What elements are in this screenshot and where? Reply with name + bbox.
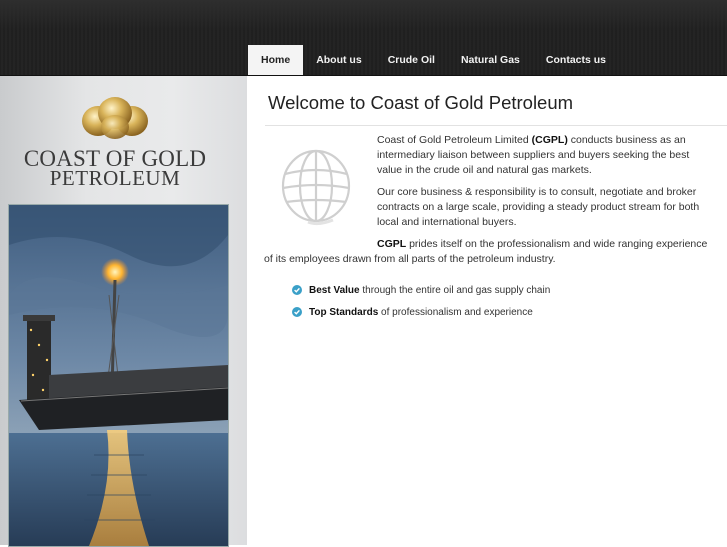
nav-crude-oil[interactable]: Crude Oil: [375, 45, 448, 75]
professionalism-paragraph: CGPL prides itself on the professionalis…: [264, 238, 708, 265]
nav-about-us[interactable]: About us: [303, 45, 375, 75]
logo-text-line2: PETROLEUM: [49, 166, 181, 190]
title-divider: [265, 125, 727, 126]
feature-list: Best Value through the entire oil and ga…: [292, 279, 550, 323]
check-circle-icon: [292, 307, 302, 317]
nav-home[interactable]: Home: [248, 45, 304, 75]
cgpl-abbreviation: (CGPL): [531, 134, 568, 146]
nav-contacts-us[interactable]: Contacts us: [533, 45, 619, 75]
check-circle-icon: [292, 285, 302, 295]
main-nav: Home About us Crude Oil Natural Gas Cont…: [248, 45, 619, 75]
page-title: Welcome to Coast of Gold Petroleum: [268, 92, 574, 113]
list-item: Best Value through the entire oil and ga…: [292, 279, 550, 301]
intro-paragraph: Coast of Gold Petroleum Limited (CGPL) c…: [377, 134, 690, 176]
core-business-paragraph: Our core business & responsibility is to…: [377, 186, 700, 228]
globe-icon: [281, 149, 351, 226]
oil-platform-photo: [8, 204, 229, 547]
sidebar: COAST OF GOLD PETROLEUM: [0, 76, 247, 547]
nav-natural-gas[interactable]: Natural Gas: [448, 45, 533, 75]
main-content: Welcome to Coast of Gold Petroleum Coast…: [248, 76, 727, 545]
gold-nuggets-icon[interactable]: [80, 95, 150, 141]
list-item: Top Standards of professionalism and exp…: [292, 301, 550, 323]
